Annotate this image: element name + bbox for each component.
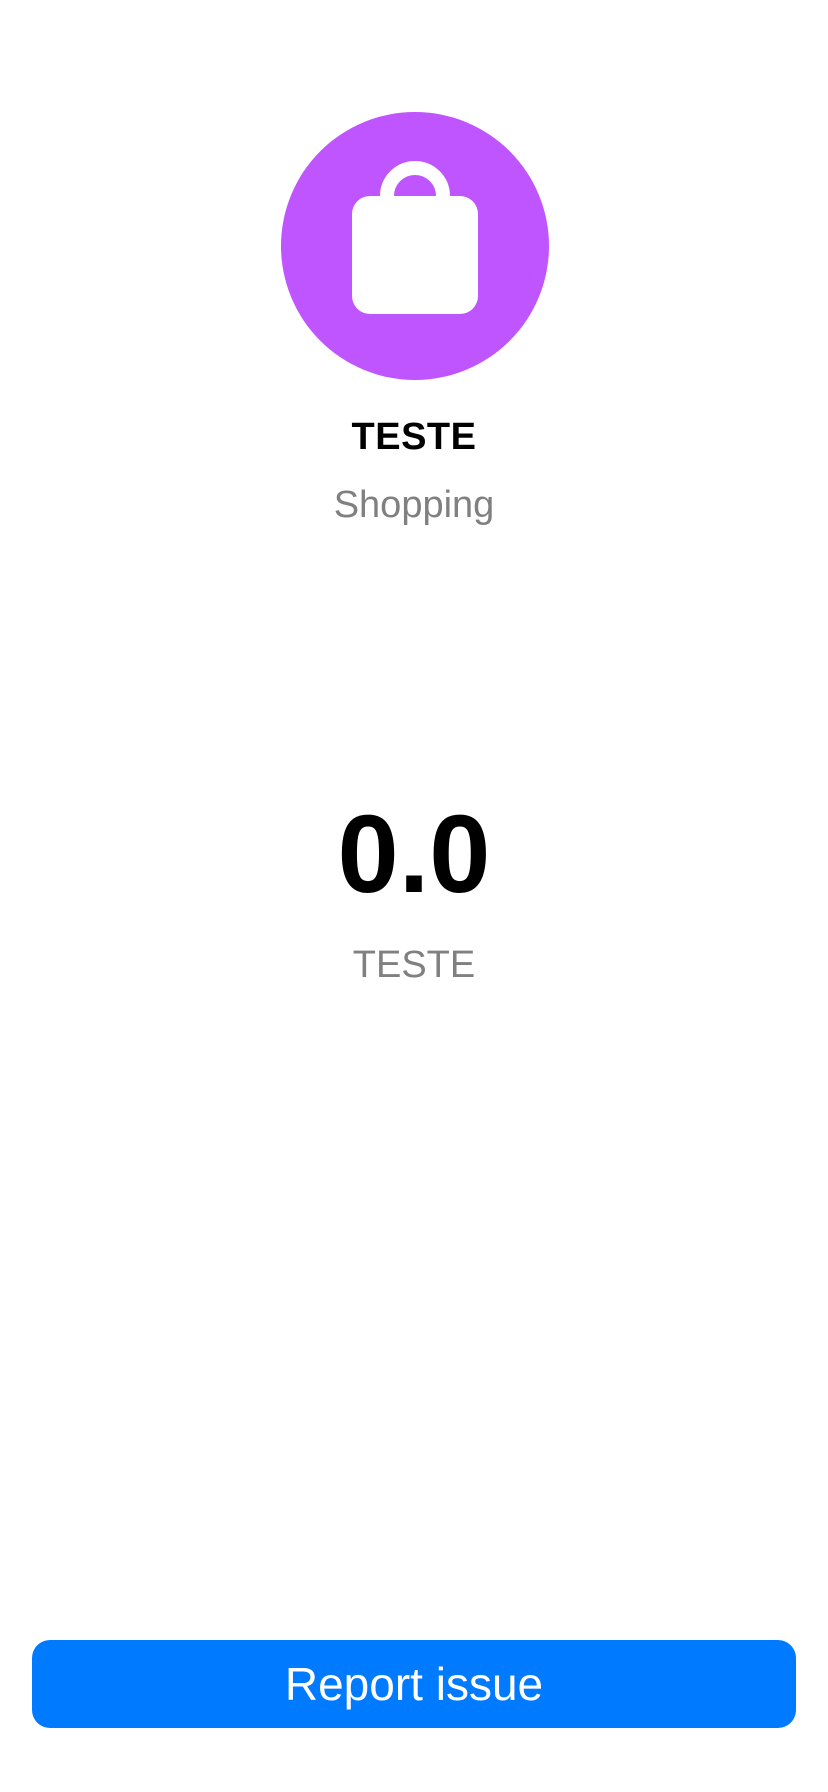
category-label: Shopping — [333, 484, 495, 526]
report-issue-button[interactable]: Report issue — [32, 1640, 796, 1728]
merchant-name: TESTE — [351, 416, 477, 458]
category-icon-badge — [281, 112, 549, 380]
amount-value: 0.0 — [337, 793, 491, 916]
amount-caption: TESTE — [352, 944, 476, 986]
shopping-bag-icon — [281, 112, 549, 380]
